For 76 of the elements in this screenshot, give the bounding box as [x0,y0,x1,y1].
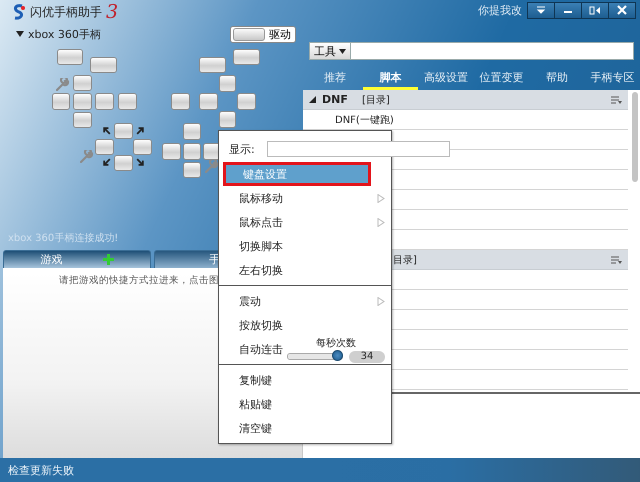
connection-status: xbox 360手柄连接成功! [7,232,120,246]
display-field[interactable] [266,141,450,157]
nav-tab[interactable]: 位置变更 [474,68,529,90]
key-slot[interactable] [95,93,114,110]
key-slot[interactable] [162,143,181,160]
key-slot[interactable] [199,93,218,110]
group-name: DNF [322,93,349,106]
menu-item[interactable]: 清空键 [219,416,391,440]
key-slot[interactable] [133,139,152,155]
key-slot[interactable] [114,123,133,139]
panel-toggle-icon [589,6,601,14]
games-hint: 请把游戏的快捷方式拉进来，点击图 [59,274,219,287]
key-slot[interactable] [73,93,92,110]
group-tag: [目录] [362,92,605,106]
list-menu-icon[interactable] [611,96,622,104]
slider-value: 34 [349,350,385,362]
arrow-icon [134,156,146,168]
status-text: 检查更新失败 [0,458,640,482]
slider-caption: 每秒次数 [316,336,356,350]
close-icon [617,5,627,15]
key-slot[interactable] [90,57,117,73]
key-slot[interactable] [183,162,201,178]
nav-tab[interactable]: 推荐 [307,68,362,90]
key-slot[interactable] [183,143,201,160]
menu-item[interactable]: 自动连击 每秒次数 34 [219,337,391,361]
minimize-button[interactable] [554,2,582,18]
key-slot[interactable] [114,155,133,171]
driver-button[interactable]: 驱动 [230,26,296,42]
key-slot[interactable] [52,93,70,110]
key-slot[interactable] [219,75,236,92]
script-item[interactable]: DNF(一键跑) [303,112,394,126]
key-slot[interactable] [73,75,92,91]
expand-icon[interactable] [16,30,24,38]
menu-item[interactable]: 震动 [219,289,391,313]
nav-tab[interactable]: 帮助 [529,68,584,90]
caret-icon [536,6,546,14]
menu-item[interactable]: 鼠标点击 [219,210,391,234]
mini-mode-button[interactable] [581,2,609,18]
dropdown-button[interactable] [527,2,555,18]
collapse-icon[interactable] [309,96,316,103]
menu-item[interactable]: 鼠标移动 [219,186,391,210]
key-slot[interactable] [183,123,201,140]
key-slot[interactable] [199,57,226,73]
key-slot[interactable] [233,49,260,65]
rate-slider[interactable] [287,353,343,360]
key-slot[interactable] [95,139,114,155]
key-slot[interactable] [118,93,137,110]
app-title: 闪优手柄助手 [30,4,102,20]
key-slot[interactable] [73,112,92,128]
key-slot[interactable] [171,93,190,110]
nav-tab[interactable]: 高级设置 [418,68,474,90]
version-mark: 3 [106,2,118,22]
panel-tab[interactable]: 游戏 [3,250,152,268]
device-label: xbox 360手柄 [28,26,101,42]
slider-thumb[interactable] [332,350,343,361]
add-icon[interactable] [102,254,114,265]
key-slot[interactable] [57,49,83,65]
key-slot[interactable] [237,93,256,110]
logo-icon [12,4,26,20]
arrow-icon [134,125,146,137]
feedback-link[interactable]: 你提我改 [478,2,522,18]
arrow-icon [101,156,113,168]
wrench-icon [56,78,70,91]
key-slot[interactable] [219,111,236,128]
wrench-icon [80,150,94,163]
display-label: 显示: [229,142,255,156]
list-menu-icon[interactable] [611,256,622,264]
wrench-icon [205,160,219,173]
nav-tab[interactable]: 手柄专区 [584,68,640,90]
close-button[interactable] [608,2,636,18]
arrow-icon [101,125,113,137]
menu-item[interactable]: 粘贴键 [219,392,391,416]
group-header[interactable]: DNF [目录] [303,90,628,110]
scrollbar-thumb[interactable] [632,92,638,182]
menu-item[interactable]: 按放切换 [219,313,391,337]
menu-item[interactable]: 复制键 [219,368,391,392]
